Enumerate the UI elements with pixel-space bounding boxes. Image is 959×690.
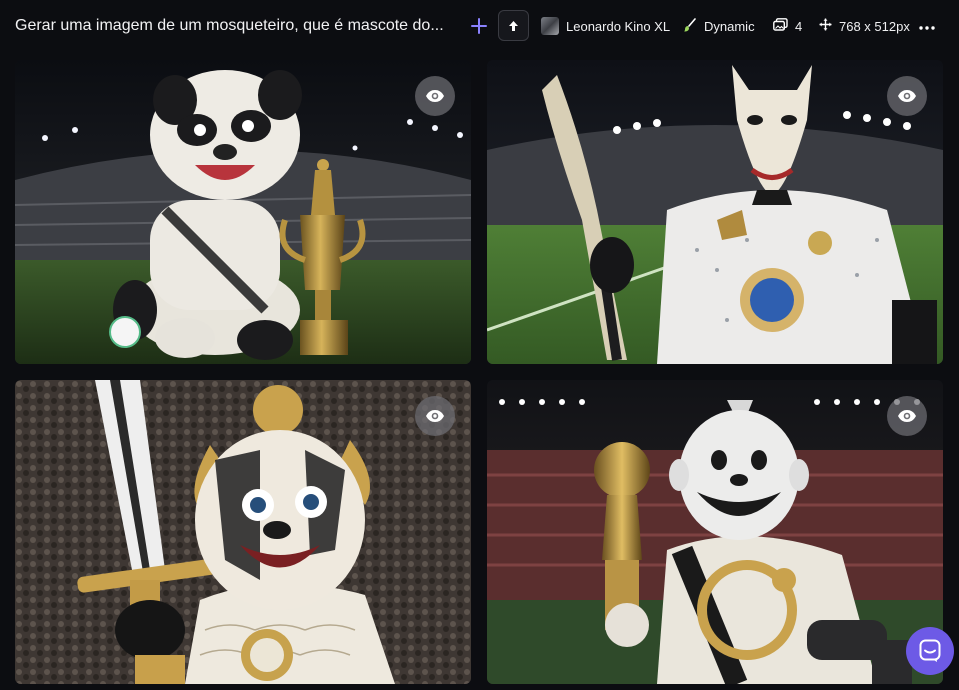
view-image-button-3[interactable] [415, 396, 455, 436]
image-panda-mascot-trophy [15, 60, 471, 364]
chat-icon [919, 639, 941, 662]
image-masked-mascot-jersey [487, 60, 943, 364]
eye-icon [426, 90, 444, 102]
view-image-button-4[interactable] [887, 396, 927, 436]
eye-icon [426, 410, 444, 422]
plus-icon [471, 18, 487, 34]
model-thumbnail [541, 17, 559, 35]
view-image-button-1[interactable] [415, 76, 455, 116]
style-label: Dynamic [704, 18, 755, 34]
style-chip[interactable]: Dynamic [684, 14, 755, 38]
upscale-button[interactable] [498, 10, 529, 41]
arrow-up-icon [509, 20, 518, 31]
dimensions-chip[interactable]: 768 x 512px [819, 14, 910, 38]
support-chat-button[interactable] [906, 627, 954, 675]
dimensions-label: 768 x 512px [839, 18, 910, 34]
more-options-button[interactable] [916, 14, 938, 38]
image-count-label: 4 [795, 18, 803, 34]
generated-image-2[interactable] [487, 60, 943, 364]
generation-toolbar: Gerar uma imagem de um mosqueteiro, que … [0, 0, 959, 52]
image-smiling-mascot-trophy [487, 380, 943, 684]
more-dots-icon [919, 26, 935, 30]
view-image-button-2[interactable] [887, 76, 927, 116]
prompt-text[interactable]: Gerar uma imagem de um mosqueteiro, que … [15, 17, 445, 35]
generated-image-4[interactable] [487, 380, 943, 684]
image-count-chip[interactable]: 4 [773, 14, 802, 38]
images-icon [773, 18, 788, 34]
eye-icon [898, 90, 916, 102]
move-icon [819, 18, 832, 34]
image-horned-mascot-sword [15, 380, 471, 684]
model-label: Leonardo Kino XL [566, 18, 671, 34]
brush-icon [684, 17, 697, 35]
model-chip[interactable]: Leonardo Kino XL [541, 14, 670, 38]
generated-image-3[interactable] [15, 380, 471, 684]
add-button[interactable] [468, 14, 490, 38]
generated-image-1[interactable] [15, 60, 471, 364]
eye-icon [898, 410, 916, 422]
